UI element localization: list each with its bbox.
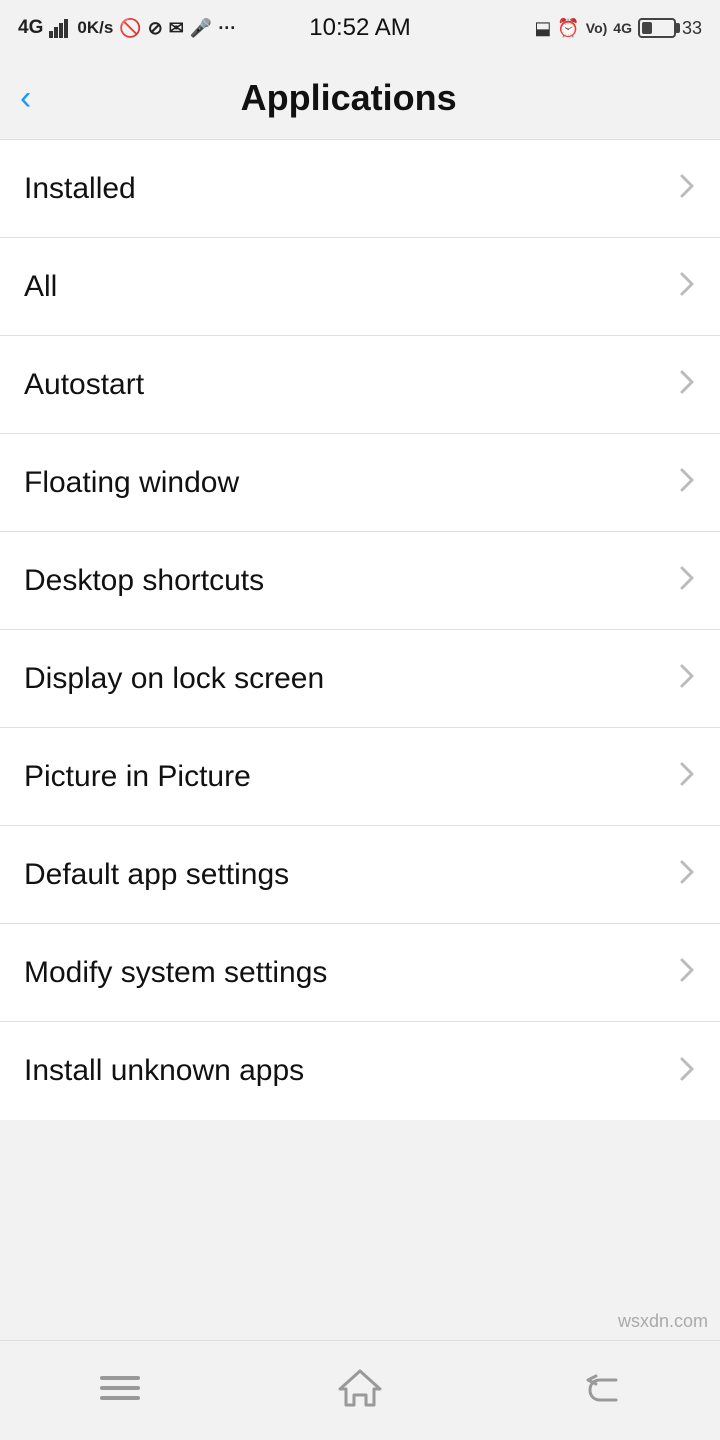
menu-item-modify-system-settings[interactable]: Modify system settings [0,924,720,1022]
status-left: 4G 0K/s 🚫 ⊘ ✉ 🎤 ··· [18,17,236,39]
menu-item-default-app-settings[interactable]: Default app settings [0,826,720,924]
menu-item-display-on-lock-screen[interactable]: Display on lock screen [0,630,720,728]
chevron-right-icon [678,368,696,401]
menu-item-installed[interactable]: Installed [0,140,720,238]
chevron-right-icon [678,1055,696,1088]
hamburger-icon [100,1373,140,1408]
nav-menu-button[interactable] [80,1361,160,1421]
bottom-navigation [0,1340,720,1440]
menu-item-label-display-on-lock-screen: Display on lock screen [24,662,324,696]
chevron-right-icon [678,270,696,303]
header: ‹ Applications [0,56,720,140]
chevron-right-icon [678,858,696,891]
menu-item-label-default-app-settings: Default app settings [24,858,289,892]
battery-fill [642,22,652,34]
back-nav-icon [580,1372,620,1409]
mic-icon: 🎤 [190,18,212,39]
menu-item-all[interactable]: All [0,238,720,336]
back-button[interactable]: ‹ [20,73,43,123]
nav-back-button[interactable] [560,1361,640,1421]
status-bar: 4G 0K/s 🚫 ⊘ ✉ 🎤 ··· 10:52 AM ⬓ ⏰ Vo) 4G … [0,0,720,56]
chevron-right-icon [678,466,696,499]
lte-indicator: 4G [613,20,632,36]
chevron-right-icon [678,956,696,989]
menu-item-label-picture-in-picture: Picture in Picture [24,760,251,794]
menu-item-label-install-unknown-apps: Install unknown apps [24,1054,304,1088]
data-speed: 0K/s [77,18,113,38]
menu-item-label-installed: Installed [24,172,136,206]
more-icon: ··· [218,18,236,39]
bluetooth-icon: ⬓ [534,18,551,39]
mail-icon: ✉ [169,18,184,39]
do-not-disturb-icon: 🚫 [119,18,141,39]
battery-percent: 33 [682,18,702,39]
chevron-right-icon [678,172,696,205]
volte-indicator: Vo) [586,20,608,36]
alarm-icon: ⏰ [557,18,579,39]
menu-item-label-all: All [24,270,57,304]
page-title: Applications [43,77,654,119]
home-icon [338,1369,382,1412]
chevron-right-icon [678,662,696,695]
status-right: ⬓ ⏰ Vo) 4G 33 [534,18,702,39]
menu-item-install-unknown-apps[interactable]: Install unknown apps [0,1022,720,1120]
menu-item-desktop-shortcuts[interactable]: Desktop shortcuts [0,532,720,630]
privacy-icon: ⊘ [148,18,163,39]
menu-item-picture-in-picture[interactable]: Picture in Picture [0,728,720,826]
content-spacer [0,1120,720,1340]
menu-item-autostart[interactable]: Autostart [0,336,720,434]
menu-item-label-floating-window: Floating window [24,466,239,500]
status-time: 10:52 AM [309,14,410,42]
battery-indicator [638,18,676,38]
network-indicator: 4G [18,17,43,39]
menu-item-label-desktop-shortcuts: Desktop shortcuts [24,564,264,598]
menu-item-label-modify-system-settings: Modify system settings [24,956,327,990]
menu-list: Installed All Autostart Floating window Desk… [0,140,720,1120]
menu-item-label-autostart: Autostart [24,368,144,402]
nav-home-button[interactable] [320,1361,400,1421]
signal-bars-icon [49,18,71,38]
chevron-right-icon [678,564,696,597]
menu-item-floating-window[interactable]: Floating window [0,434,720,532]
chevron-right-icon [678,760,696,793]
